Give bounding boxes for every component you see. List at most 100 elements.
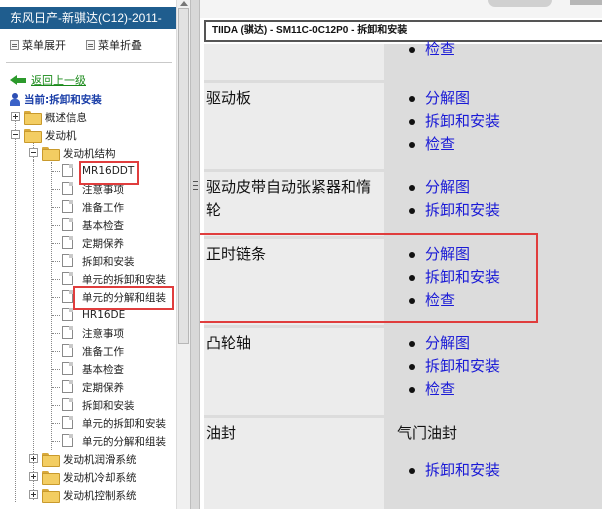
tree-line (52, 243, 60, 244)
document-icon (62, 308, 73, 321)
expand-all-label: 菜单展开 (22, 39, 66, 52)
tree-item-label: 单元的拆卸和安装 (82, 273, 166, 286)
folder-icon (42, 453, 60, 467)
table-row-name-cell: 油封 (204, 418, 384, 509)
back-link[interactable]: 返回上一级 (10, 72, 86, 88)
tree-item-removal-installation[interactable]: 拆卸和安装 (0, 252, 176, 270)
table-row-links-cell: 检查 (387, 40, 602, 80)
expand-icon[interactable] (29, 490, 38, 499)
component-name: 驱动板 (206, 89, 252, 107)
link-inspection[interactable]: 检查 (425, 135, 455, 153)
list-item: 拆卸和安装 (387, 355, 500, 378)
back-link-label: 返回上一级 (31, 74, 86, 87)
link-removal-installation[interactable]: 拆卸和安装 (425, 201, 500, 219)
tree-item-overview[interactable]: 概述信息 (0, 108, 176, 126)
folder-icon (24, 111, 42, 125)
table-row-links-cell: 分解图 拆卸和安装 检查 (387, 83, 602, 169)
tree-item-basic-inspection[interactable]: 基本检查 (0, 360, 176, 378)
contents-table: 检查 驱动板 分解图 拆卸和安装 检查 驱动皮带自动张紧器和惰轮 分解图 拆卸和… (200, 40, 602, 509)
tree-item-engine-structure[interactable]: 发动机结构 (0, 144, 176, 162)
tree-item-engine[interactable]: 发动机 (0, 126, 176, 144)
link-inspection[interactable]: 检查 (425, 40, 455, 58)
menu-icon (86, 40, 95, 50)
list-item: 拆卸和安装 (387, 199, 500, 222)
expand-icon[interactable] (29, 472, 38, 481)
link-removal-installation[interactable]: 拆卸和安装 (425, 112, 500, 130)
tree-item-periodic-maintenance[interactable]: 定期保养 (0, 378, 176, 396)
folder-icon (42, 471, 60, 485)
expand-icon[interactable] (29, 454, 38, 463)
link-inspection[interactable]: 检查 (425, 380, 455, 398)
tree-item-label: 定期保养 (82, 381, 124, 394)
tree-item-notes[interactable]: 注意事项 (0, 324, 176, 342)
expand-icon[interactable] (11, 112, 20, 121)
scroll-up-arrow-icon[interactable] (180, 1, 188, 6)
tree-item-preparation[interactable]: 准备工作 (0, 198, 176, 216)
tree-line (52, 207, 60, 208)
scrollbar-thumb[interactable] (178, 8, 189, 344)
component-name: 油封 (206, 424, 237, 442)
tree-item-label: 准备工作 (82, 201, 124, 214)
tree-item-unit-removal-installation[interactable]: 单元的拆卸和安装 (0, 414, 176, 432)
link-exploded-view[interactable]: 分解图 (425, 334, 470, 352)
document-icon (62, 398, 73, 411)
tree-line (52, 171, 60, 172)
document-icon (62, 434, 73, 447)
link-exploded-view[interactable]: 分解图 (425, 178, 470, 196)
tree-item-label: 单元的拆卸和安装 (82, 417, 166, 430)
annotation-box-timing-chain (200, 233, 538, 323)
table-row-links-cell: 气门油封 拆卸和安装 (387, 418, 602, 509)
splitter-grip-icon[interactable] (193, 181, 198, 190)
list-item: 分解图 (387, 332, 500, 355)
decoration (570, 0, 602, 5)
tree-line (52, 333, 60, 334)
tree-item-preparation[interactable]: 准备工作 (0, 342, 176, 360)
tree-item-removal-installation[interactable]: 拆卸和安装 (0, 396, 176, 414)
tree-item-unit-disassembly-assembly[interactable]: 单元的分解和组装 (0, 432, 176, 450)
expand-all-button[interactable]: 菜单展开 (10, 36, 66, 54)
tree-line (52, 423, 60, 424)
tree-line (52, 225, 60, 226)
user-icon (10, 92, 20, 106)
tree-item-label: 发动机润滑系统 (63, 453, 137, 466)
decoration (488, 0, 552, 7)
document-icon (62, 254, 73, 267)
tree-item-label: 基本检查 (82, 363, 124, 376)
document-icon (62, 416, 73, 429)
document-icon (62, 236, 73, 249)
component-name: 凸轮轴 (206, 334, 252, 352)
tree-line (52, 351, 60, 352)
table-row-name-cell: 凸轮轴 (204, 328, 384, 415)
list-item: 检查 (387, 133, 500, 156)
panel-title: 东风日产-新骐达(C12)-2011- (0, 7, 176, 29)
tree-item-control[interactable]: 发动机控制系统 (0, 486, 176, 504)
tree-line (52, 369, 60, 370)
list-item: 检查 (387, 38, 455, 61)
tree-item-cooling[interactable]: 发动机冷却系统 (0, 468, 176, 486)
tree-item-periodic-maintenance[interactable]: 定期保养 (0, 234, 176, 252)
tree-scrollbar[interactable] (176, 0, 190, 509)
tree-item-label: 单元的分解和组装 (82, 435, 166, 448)
list-item: 拆卸和安装 (387, 110, 500, 133)
collapse-icon[interactable] (11, 130, 20, 139)
table-row-links-cell: 分解图 拆卸和安装 检查 (387, 328, 602, 415)
tree-item-lubrication[interactable]: 发动机润滑系统 (0, 450, 176, 468)
folder-icon (42, 489, 60, 503)
subheading: 气门油封 (397, 424, 458, 442)
link-exploded-view[interactable]: 分解图 (425, 89, 470, 107)
collapse-icon[interactable] (29, 148, 38, 157)
document-icon (62, 200, 73, 213)
tree-line (52, 189, 60, 190)
link-removal-installation[interactable]: 拆卸和安装 (425, 461, 500, 479)
tree-item-basic-inspection[interactable]: 基本检查 (0, 216, 176, 234)
link-removal-installation[interactable]: 拆卸和安装 (425, 357, 500, 375)
list-item: 分解图 (387, 87, 500, 110)
annotation-box-unit-disassembly (73, 286, 174, 310)
tree-item-label: 发动机冷却系统 (63, 471, 137, 484)
panel-splitter[interactable] (190, 0, 200, 509)
collapse-all-button[interactable]: 菜单折叠 (86, 36, 142, 54)
tree-item-label: 基本检查 (82, 219, 124, 232)
top-strip (200, 0, 602, 18)
tree-line (52, 279, 60, 280)
tree-line (52, 297, 60, 298)
